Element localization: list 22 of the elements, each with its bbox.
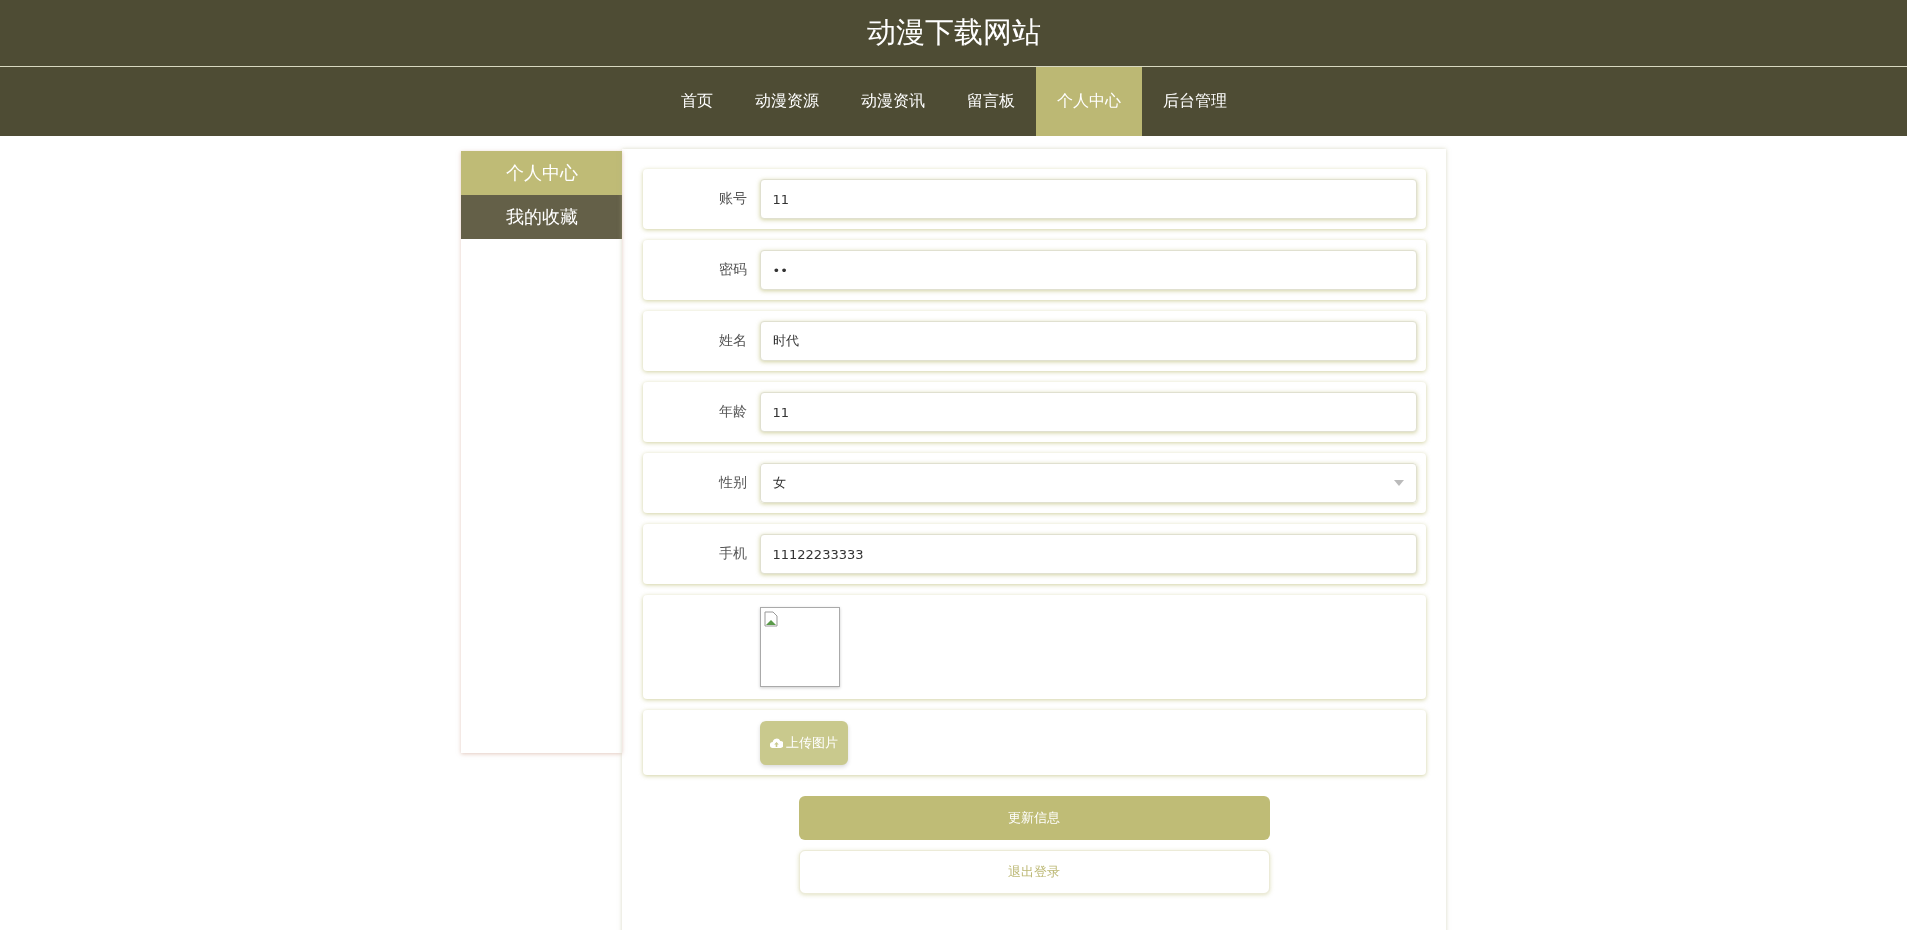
field-label: 手机 (717, 545, 747, 563)
broken-image-icon (763, 611, 778, 627)
nav-tab[interactable]: 后台管理 (1141, 67, 1248, 136)
field-label: 年龄 (717, 403, 747, 421)
field-label: 密码 (717, 261, 747, 279)
input-field[interactable]: 11 (759, 392, 1417, 432)
input-field[interactable]: 11122233333 (759, 534, 1417, 574)
site-title: 动漫下载网站 (866, 14, 1041, 51)
nav-tab[interactable]: 动漫资讯 (839, 67, 946, 136)
input-field[interactable]: •• (759, 250, 1417, 290)
gender-select[interactable]: 女 (759, 463, 1417, 503)
nav-tab[interactable]: 动漫资源 (733, 67, 840, 136)
field-label: 账号 (717, 190, 747, 208)
sidebar-item[interactable]: 我的收藏 (461, 195, 622, 239)
field-label: 性别 (717, 474, 747, 492)
cloud-upload-icon (769, 737, 783, 748)
nav-tab[interactable]: 首页 (659, 67, 734, 136)
field-label: 姓名 (717, 332, 747, 350)
input-field[interactable]: 11 (759, 179, 1417, 219)
input-field[interactable]: 时代 (759, 321, 1417, 361)
nav-tab[interactable]: 留言板 (945, 67, 1036, 136)
caret-icon (1393, 480, 1404, 486)
